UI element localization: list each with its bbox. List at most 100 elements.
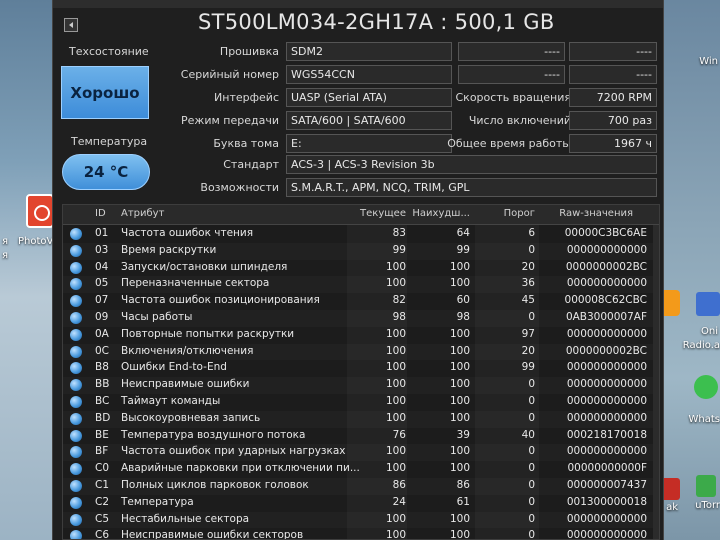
table-row[interactable]: 0C Включения/отключения 100 100 20 0000000002…	[63, 344, 659, 361]
cell-id: C1	[95, 479, 110, 491]
table-row[interactable]: 03 Время раскрутки 99 99 0 000000000000	[63, 243, 659, 260]
cell-id: 0C	[95, 344, 110, 357]
cell-worst: 61	[456, 495, 470, 508]
table-row[interactable]: 0A Повторные попытки раскрутки 100 100 97 000…	[63, 327, 659, 344]
cell-attribute: Неисправимые ошибки секторов	[121, 529, 304, 540]
desktop-label-oni: Oni	[701, 326, 718, 337]
cell-raw: 000000000000	[566, 411, 647, 424]
radio-app-desktop-icon[interactable]	[696, 292, 720, 316]
column-header-current[interactable]: Текущее	[360, 208, 406, 219]
column-header-attribute[interactable]: Атрибут	[121, 208, 164, 219]
cell-raw: 0000000002BC	[565, 344, 647, 357]
cell-attribute: Время раскрутки	[121, 243, 217, 256]
table-row[interactable]: C0 Аварийные парковки при отключении пи..…	[63, 461, 659, 478]
whatsapp-desktop-icon[interactable]	[694, 375, 718, 399]
table-row[interactable]: BB Неисправимые ошибки 100 100 0 000000000000	[63, 377, 659, 394]
desktop-label: я	[2, 236, 9, 247]
desktop-label-utorrent: uTorr	[695, 500, 720, 511]
table-row[interactable]: BF Частота ошибок при ударных нагрузках 10…	[63, 444, 659, 461]
power-hours-label: Общее время работы	[447, 137, 571, 150]
firmware-field: SDM2	[286, 42, 452, 61]
rotation-speed-field: 7200 RPM	[569, 88, 657, 107]
cell-raw: 000000000000	[566, 327, 647, 340]
cell-attribute: Неисправимые ошибки	[121, 378, 250, 391]
cell-raw: 000000000000	[566, 378, 647, 391]
table-row[interactable]: BC Таймаут команды 100 100 0 000000000000	[63, 394, 659, 411]
serial-label: Серийный номер	[180, 68, 279, 81]
table-row[interactable]: C5 Нестабильные сектора 100 100 0 00000000000…	[63, 512, 659, 529]
cell-attribute: Полных циклов парковок головок	[121, 479, 309, 491]
cell-attribute: Частота ошибок позиционирования	[121, 294, 320, 307]
status-dot-icon	[70, 513, 82, 526]
photo-viewer-desktop-icon[interactable]	[26, 194, 54, 228]
cell-raw: 000000000000	[566, 361, 647, 374]
blank-field-4: ----	[569, 65, 657, 84]
cell-threshold: 0	[528, 479, 535, 491]
transfer-mode-field: SATA/600 | SATA/600	[286, 111, 452, 130]
cell-attribute: Высокоуровневая запись	[121, 411, 261, 424]
cell-current: 100	[385, 344, 406, 357]
status-dot-icon	[70, 480, 82, 492]
status-dot-icon	[70, 228, 82, 240]
table-row[interactable]: C2 Температура 24 61 0 001300000018	[63, 495, 659, 512]
table-header: ID Атрибут Текущее Наихудш... Порог Raw-…	[63, 205, 659, 225]
cell-current: 24	[392, 495, 406, 508]
status-dot-icon	[70, 446, 82, 459]
cell-worst: 100	[449, 512, 470, 525]
previous-disk-icon[interactable]	[64, 18, 78, 32]
cell-threshold: 40	[521, 428, 535, 441]
status-dot-icon	[70, 463, 82, 476]
cell-threshold: 6	[528, 227, 535, 239]
cell-id: BE	[95, 428, 109, 441]
table-row[interactable]: 07 Частота ошибок позиционирования 82 60 45 0…	[63, 293, 659, 310]
cell-current: 99	[392, 243, 406, 256]
cell-id: 05	[95, 277, 109, 290]
utorrent-desktop-icon[interactable]	[696, 475, 716, 497]
cell-raw: 000000000000	[566, 445, 647, 458]
cell-id: C0	[95, 462, 110, 475]
smart-attributes-table[interactable]: ID Атрибут Текущее Наихудш... Порог Raw-…	[62, 204, 660, 540]
cell-id: 03	[95, 243, 109, 256]
drive-letter-label: Буква тома	[213, 137, 279, 150]
table-row[interactable]: BE Температура воздушного потока 76 39 40 000…	[63, 428, 659, 445]
cell-worst: 100	[449, 277, 470, 290]
cell-threshold: 0	[528, 512, 535, 525]
cell-id: BD	[95, 411, 111, 424]
cell-attribute: Частота ошибок чтения	[121, 227, 254, 239]
column-header-id[interactable]: ID	[95, 208, 106, 219]
power-hours-field: 1967 ч	[569, 134, 657, 153]
blank-field-1: ----	[458, 42, 565, 61]
cell-threshold: 0	[528, 462, 535, 475]
desktop-label: я	[2, 250, 9, 261]
status-dot-icon	[70, 312, 82, 324]
table-row[interactable]: 04 Запуски/остановки шпинделя 100 100 20 0000…	[63, 260, 659, 277]
cell-threshold: 36	[521, 277, 535, 290]
table-row[interactable]: 01 Частота ошибок чтения 83 64 6 00000C3BC6AE	[63, 226, 659, 243]
table-row[interactable]: BD Высокоуровневая запись 100 100 0 000000000…	[63, 411, 659, 428]
column-header-worst[interactable]: Наихудш...	[412, 208, 470, 219]
disk-info-window: ST500LM034-2GH17A : 500,1 GB Техсостояни…	[52, 0, 664, 540]
cell-threshold: 0	[528, 243, 535, 256]
column-header-threshold[interactable]: Порог	[504, 208, 535, 219]
temperature-badge[interactable]: 24 °C	[62, 154, 150, 190]
cell-worst: 100	[449, 395, 470, 407]
desktop-label-photoviewer: PhotoV	[18, 236, 54, 247]
status-dot-icon	[70, 379, 82, 392]
cell-current: 100	[385, 445, 406, 458]
health-status-badge[interactable]: Хорошо	[61, 66, 149, 119]
cell-threshold: 0	[528, 311, 535, 323]
table-row[interactable]: 09 Часы работы 98 98 0 0AB3000007AF	[63, 310, 659, 327]
table-row[interactable]: C6 Неисправимые ошибки секторов 100 100 0 000…	[63, 528, 659, 540]
table-row[interactable]: 05 Переназначенные сектора 100 100 36 0000000…	[63, 276, 659, 293]
window-top-bar	[53, 0, 663, 8]
cell-worst: 64	[456, 227, 470, 239]
column-header-raw[interactable]: Raw-значения	[559, 208, 633, 219]
table-row[interactable]: C1 Полных циклов парковок головок 86 86 0 000…	[63, 478, 659, 495]
cell-threshold: 0	[528, 495, 535, 508]
table-row[interactable]: B8 Ошибки End-to-End 100 100 99 000000000000	[63, 360, 659, 377]
standard-label: Стандарт	[223, 158, 279, 171]
rotation-speed-label: Скорость вращения	[455, 91, 572, 104]
power-count-field: 700 раз	[569, 111, 657, 130]
table-scrollbar[interactable]	[653, 225, 659, 539]
cell-threshold: 0	[528, 529, 535, 540]
